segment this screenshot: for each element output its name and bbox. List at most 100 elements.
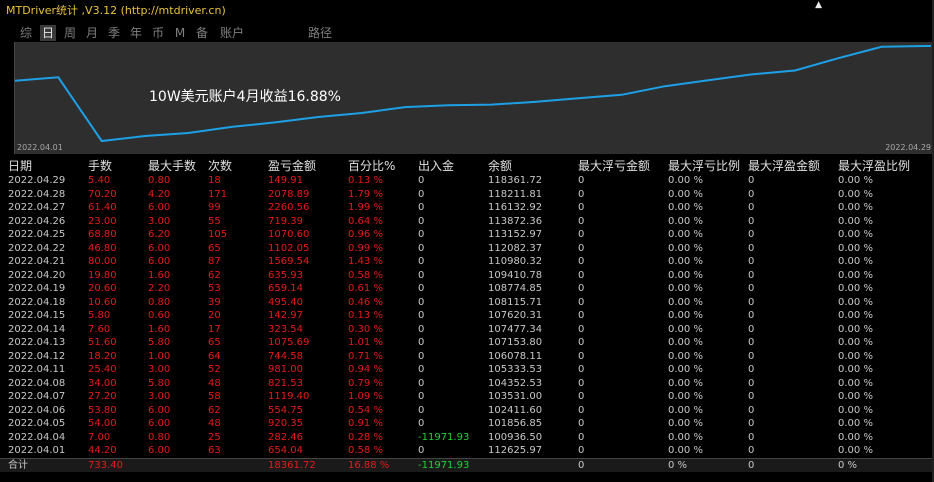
table-row[interactable]: 2022.04.18 10.60 0.80 39 495.40 0.46 % 0 108115… [0,296,934,310]
tab-5[interactable]: 年 [128,25,144,41]
table-row[interactable]: 2022.04.06 53.80 6.00 62 554.75 0.54 % 0 102411… [0,404,934,418]
cell-col-5: 1.01 % [348,337,383,348]
cell-col-0: 2022.04.11 [8,364,66,375]
table-row[interactable]: 2022.04.15 5.80 0.60 20 142.97 0.13 % 0 107620.… [0,309,934,323]
column-header-1[interactable]: 手数 [88,158,112,174]
cell-col-7: 105333.53 [488,364,543,375]
column-header-7[interactable]: 余额 [488,158,512,174]
cell-col-9: 0.00 % [668,242,703,254]
column-header-8[interactable]: 最大浮亏金额 [578,158,650,174]
table-row[interactable]: 2022.04.27 61.40 6.00 99 2260.56 1.99 % 0 11613… [0,201,934,215]
table-row[interactable]: 2022.04.07 27.20 3.00 58 1119.40 1.09 % 0 10353… [0,390,934,404]
cell-col-9: 0.00 % [668,364,703,375]
tab-9[interactable]: 账户 [218,25,246,41]
cell-col-10: 0 [748,242,755,254]
cell-col-4: 2260.56 [268,202,310,213]
column-header-2[interactable]: 最大手数 [148,158,196,174]
cell-col-7: 106078.11 [488,350,543,362]
cell-col-5: 0.13 % [348,175,383,186]
cell-col-3: 64 [208,350,221,362]
cell-col-4: 282.46 [268,431,303,443]
cell-col-11: 0.00 % [838,445,873,456]
table-row[interactable]: 2022.04.12 18.20 1.00 64 744.58 0.71 % 0 106078… [0,350,934,364]
cell-col-4: 149.91 [268,175,303,186]
cell-col-11: 0.00 % [838,202,873,213]
column-header-9[interactable]: 最大浮亏比例 [668,158,740,174]
cell-col-0: 2022.04.08 [8,377,66,389]
table-row[interactable]: 2022.04.22 46.80 6.00 65 1102.05 0.99 % 0 11208… [0,242,934,256]
cell-col-11: 0.00 % [838,215,873,227]
tab-6[interactable]: 币 [150,25,166,41]
column-header-0[interactable]: 日期 [8,158,32,174]
table-row[interactable]: 2022.04.29 5.40 0.80 18 149.91 0.13 % 0 118361.… [0,174,934,188]
chart-title: 10W美元账户4月收益16.88% [149,89,341,105]
cell-col-7: 107153.80 [488,337,543,348]
table-row[interactable]: 2022.04.13 51.60 5.80 65 1075.69 1.01 % 0 10715… [0,336,934,350]
cell-col-6: -11971.93 [418,459,470,471]
table-row[interactable]: 2022.04.08 34.00 5.80 48 821.53 0.79 % 0 104352… [0,377,934,391]
column-header-5[interactable]: 百分比% [348,158,395,174]
table-total-row: 合计 733.40 18361.72 16.88 % -11971.93 0 0 % 0 0 % [0,457,934,472]
column-header-4[interactable]: 盈亏金额 [268,158,316,174]
cell-col-1: 46.80 [88,242,117,254]
table-row[interactable]: 2022.04.05 54.00 6.00 48 920.35 0.91 % 0 101856… [0,417,934,431]
cell-col-6: 0 [418,445,425,456]
cell-col-3: 20 [208,310,221,321]
cell-col-0: 2022.04.15 [8,310,66,321]
cell-col-6: 0 [418,296,425,308]
cell-col-9: 0.00 % [668,431,703,443]
table-row[interactable]: 2022.04.26 23.00 3.00 55 719.39 0.64 % 0 113872… [0,215,934,229]
table-row[interactable]: 2022.04.01 44.20 6.00 63 654.04 0.58 % 0 112625… [0,444,934,458]
cell-col-9: 0.00 % [668,188,703,200]
cell-col-10: 0 [748,431,755,443]
tab-8[interactable]: 备 [194,25,210,41]
tab-10[interactable]: 路径 [306,25,334,41]
cell-col-4: 1070.60 [268,229,310,240]
table-row[interactable]: 2022.04.28 70.20 4.20 171 2078.89 1.79 % 0 1182… [0,188,934,202]
tab-4[interactable]: 季 [106,25,122,41]
column-header-3[interactable]: 次数 [208,158,232,174]
cell-col-3: 18 [208,175,221,186]
cell-col-10: 0 [748,188,755,200]
tab-3[interactable]: 月 [84,25,100,41]
tab-1[interactable]: 日 [40,25,56,41]
cell-col-7: 112625.97 [488,445,543,456]
cell-col-1: 18.20 [88,350,117,362]
cell-col-3: 65 [208,337,221,348]
cell-col-0: 2022.04.28 [8,188,66,200]
table-row[interactable]: 2022.04.20 19.80 1.60 62 635.93 0.58 % 0 109410… [0,269,934,283]
table-row[interactable]: 2022.04.04 7.00 0.80 25 282.46 0.28 % -11971.9… [0,431,934,445]
table-row[interactable]: 2022.04.14 7.60 1.60 17 323.54 0.30 % 0 107477.… [0,323,934,337]
cell-col-4: 920.35 [268,418,303,429]
cell-col-6: 0 [418,215,425,227]
cell-col-8: 0 [578,242,585,254]
cell-col-1: 34.00 [88,377,117,389]
cell-col-9: 0.00 % [668,310,703,321]
table-row[interactable]: 2022.04.19 20.60 2.20 53 659.14 0.61 % 0 108774… [0,282,934,296]
tab-7[interactable]: M [172,25,188,41]
cell-col-3: 105 [208,229,228,240]
cell-col-7: 109410.78 [488,269,543,281]
tab-2[interactable]: 周 [62,25,78,41]
pin-icon[interactable]: ▲ [815,0,822,10]
cell-col-11: 0.00 % [838,188,873,200]
tab-0[interactable]: 综 [18,25,34,41]
cell-col-4: 821.53 [268,377,303,389]
table-row[interactable]: 2022.04.25 68.80 6.20 105 1070.60 0.96 % 0 1131… [0,228,934,242]
cell-col-4: 744.58 [268,350,303,362]
cell-col-2: 6.00 [148,445,171,456]
table-row[interactable]: 2022.04.21 80.00 6.00 87 1569.54 1.43 % 0 11098… [0,255,934,269]
table-row[interactable]: 2022.04.11 25.40 3.00 52 981.00 0.94 % 0 105333… [0,363,934,377]
cell-col-7: 101856.85 [488,418,543,429]
cell-col-7: 118361.72 [488,175,543,186]
cell-col-6: 0 [418,202,425,213]
column-header-6[interactable]: 出入金 [418,158,454,174]
column-header-10[interactable]: 最大浮盈金额 [748,158,820,174]
cell-col-11: 0.00 % [838,175,873,186]
cell-col-0: 2022.04.13 [8,337,66,348]
cell-col-2: 0.80 [148,431,171,443]
cell-col-2: 6.00 [148,242,171,254]
cell-col-1: 27.20 [88,391,117,402]
cell-col-1: 19.80 [88,269,117,281]
column-header-11[interactable]: 最大浮盈比例 [838,158,910,174]
